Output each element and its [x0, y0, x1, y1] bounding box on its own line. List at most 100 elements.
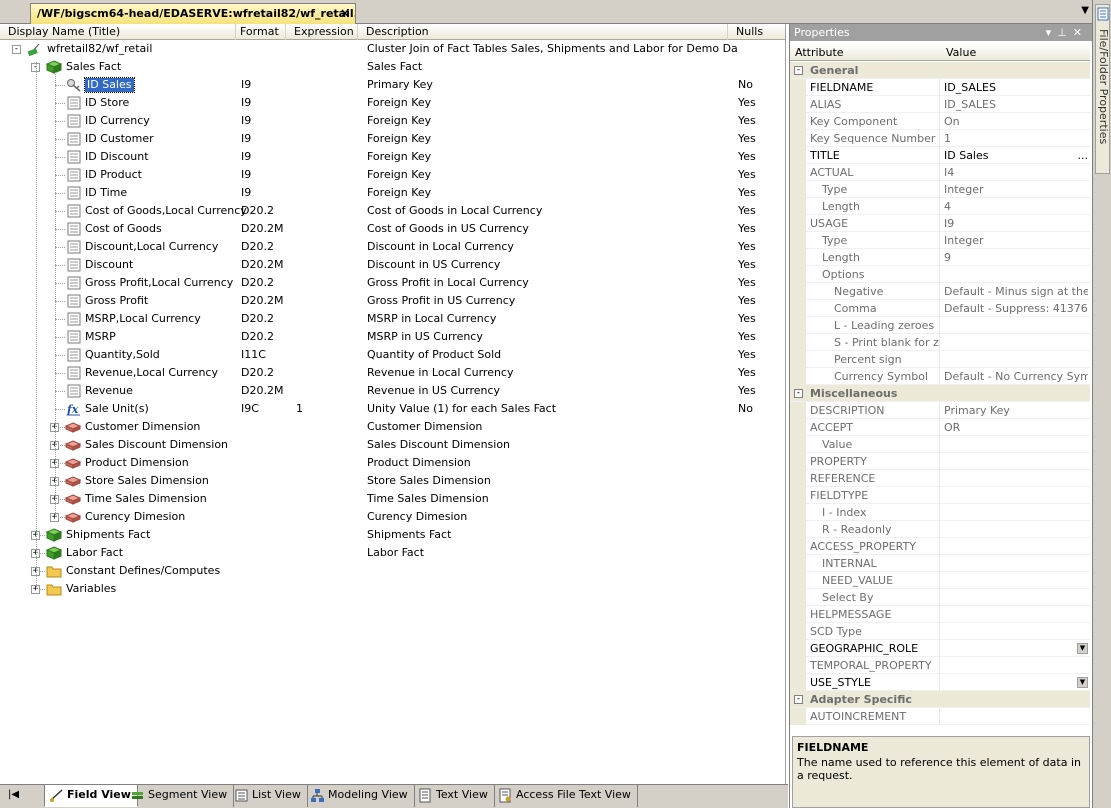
tree-segment-row[interactable]: + Constant Defines/Computes	[0, 562, 785, 580]
dimension-row[interactable]: + Curency Dimesion Curency Dimesion	[0, 508, 785, 526]
property-value[interactable]	[944, 708, 1088, 725]
field-row[interactable]: ID Discount I9 Yes Foreign Key	[0, 148, 785, 166]
property-category[interactable]: - Adapter Specific	[790, 691, 1090, 708]
field-row[interactable]: Revenue,Local Currency D20.2 Yes Revenue in…	[0, 364, 785, 382]
property-value[interactable]	[944, 657, 1088, 674]
property-category[interactable]: - Miscellaneous	[790, 385, 1090, 402]
field-row[interactable]: Revenue D20.2M Yes Revenue in US Currency	[0, 382, 785, 400]
tab-access-file-text-view[interactable]: Access File Text View	[494, 785, 638, 807]
property-row[interactable]: Currency Symbol Default - No Currency Sym…	[790, 368, 1090, 385]
tree-root-row[interactable]: - wfretail82/wf_retail Cluster Join of Fac…	[0, 40, 785, 58]
tree-segment-row[interactable]: + Shipments Fact Shipments Fact	[0, 526, 785, 544]
value-column-header[interactable]: Value	[946, 44, 976, 61]
property-row[interactable]: TITLE ID Sales...	[790, 147, 1090, 164]
tab-scroll-first-icon[interactable]: |◀	[8, 789, 19, 800]
property-value[interactable]	[944, 674, 1088, 691]
property-row[interactable]: Length 4	[790, 198, 1090, 215]
field-row[interactable]: MSRP,Local Currency D20.2 Yes MSRP in Local…	[0, 310, 785, 328]
property-value[interactable]	[944, 487, 1088, 504]
property-row[interactable]: FIELDTYPE	[790, 487, 1090, 504]
tab-segment-view[interactable]: Segment View	[126, 785, 235, 807]
property-value[interactable]: Integer	[944, 232, 1088, 249]
property-value[interactable]	[944, 538, 1088, 555]
collapse-icon[interactable]: -	[12, 45, 21, 54]
column-header-expression[interactable]: Expression	[286, 24, 358, 40]
property-row[interactable]: Value	[790, 436, 1090, 453]
property-row[interactable]: I - Index	[790, 504, 1090, 521]
property-value[interactable]: 4	[944, 198, 1088, 215]
tab-text-view[interactable]: Text View	[414, 785, 495, 807]
panel-menu-icon[interactable]: ▾	[1046, 26, 1058, 39]
property-value[interactable]	[944, 317, 1088, 334]
field-row[interactable]: Cost of Goods D20.2M Yes Cost of Goods in U…	[0, 220, 785, 238]
dimension-row[interactable]: + Sales Discount Dimension Sales Discount …	[0, 436, 785, 454]
attribute-column-header[interactable]: Attribute	[795, 44, 844, 61]
property-row[interactable]: ACCESS_PROPERTY	[790, 538, 1090, 555]
property-row[interactable]: INTERNAL	[790, 555, 1090, 572]
collapse-icon[interactable]: -	[794, 389, 803, 398]
property-row[interactable]: HELPMESSAGE	[790, 606, 1090, 623]
property-row[interactable]: SCD Type	[790, 623, 1090, 640]
column-header-display-name[interactable]: Display Name (Title)	[0, 24, 236, 40]
column-header-description[interactable]: Description	[358, 24, 728, 40]
property-row[interactable]: Percent sign	[790, 351, 1090, 368]
tree-segment-row[interactable]: + Labor Fact Labor Fact	[0, 544, 785, 562]
dropdown-arrow-icon[interactable]: ▼	[1081, 5, 1089, 16]
tree-segment-row[interactable]: - Sales Fact Sales Fact	[0, 58, 785, 76]
property-value[interactable]	[944, 521, 1088, 538]
property-row[interactable]: Options	[790, 266, 1090, 283]
property-row[interactable]: L - Leading zeroes	[790, 317, 1090, 334]
field-row[interactable]: MSRP D20.2 Yes MSRP in US Currency	[0, 328, 785, 346]
property-row[interactable]: Comma Default - Suppress: 41376	[790, 300, 1090, 317]
property-value[interactable]	[944, 351, 1088, 368]
tab-modeling-view[interactable]: Modeling View	[306, 785, 415, 807]
tab-field-view[interactable]: Field View	[44, 785, 138, 807]
property-value[interactable]	[944, 640, 1088, 657]
pin-icon[interactable]: ⊥	[1057, 26, 1073, 39]
property-value[interactable]	[944, 436, 1088, 453]
property-value[interactable]	[944, 334, 1088, 351]
dropdown-arrow-icon[interactable]: ▼	[1077, 643, 1088, 654]
close-icon[interactable]: ×	[340, 4, 350, 23]
property-row[interactable]: Type Integer	[790, 181, 1090, 198]
property-value[interactable]: Default - No Currency Symbol	[944, 368, 1088, 385]
property-row[interactable]: ACCEPT OR	[790, 419, 1090, 436]
property-row[interactable]: AUTOINCREMENT	[790, 708, 1090, 725]
property-row[interactable]: NEED_VALUE	[790, 572, 1090, 589]
property-value[interactable]: I9	[944, 215, 1088, 232]
dimension-row[interactable]: + Customer Dimension Customer Dimension	[0, 418, 785, 436]
property-value[interactable]: Integer	[944, 181, 1088, 198]
property-row[interactable]: USE_STYLE ▼	[790, 674, 1090, 691]
collapse-icon[interactable]: -	[794, 695, 803, 704]
property-row[interactable]: FIELDNAME ID_SALES	[790, 79, 1090, 96]
property-value[interactable]	[944, 266, 1088, 283]
close-icon[interactable]: ✕	[1073, 26, 1088, 39]
property-value[interactable]: ID Sales	[944, 147, 1088, 164]
dropdown-arrow-icon[interactable]: ▼	[1077, 677, 1088, 688]
property-value[interactable]: ID_SALES	[944, 79, 1088, 96]
field-row[interactable]: ID Sales I9 No Primary Key	[0, 76, 785, 94]
property-category[interactable]: - General	[790, 62, 1090, 79]
property-row[interactable]: DESCRIPTION Primary Key	[790, 402, 1090, 419]
property-row[interactable]: R - Readonly	[790, 521, 1090, 538]
property-row[interactable]: Length 9	[790, 249, 1090, 266]
property-value[interactable]: OR	[944, 419, 1088, 436]
property-row[interactable]: REFERENCE	[790, 470, 1090, 487]
property-value[interactable]	[944, 623, 1088, 640]
property-value[interactable]: On	[944, 113, 1088, 130]
field-row[interactable]: ID Store I9 Yes Foreign Key	[0, 94, 785, 112]
property-value[interactable]	[944, 555, 1088, 572]
field-row[interactable]: ID Product I9 Yes Foreign Key	[0, 166, 785, 184]
property-row[interactable]: Key Component On	[790, 113, 1090, 130]
property-value[interactable]	[944, 589, 1088, 606]
property-value[interactable]: 1	[944, 130, 1088, 147]
property-value[interactable]: Default - Minus sign at the l...	[944, 283, 1088, 300]
file-folder-properties-tab[interactable]: File/Folder Properties	[1095, 4, 1110, 174]
property-value[interactable]	[944, 453, 1088, 470]
field-row[interactable]: Cost of Goods,Local Currency D20.2 Yes Cost…	[0, 202, 785, 220]
property-row[interactable]: S - Print blank for z...	[790, 334, 1090, 351]
property-value[interactable]	[944, 504, 1088, 521]
field-row[interactable]: Discount D20.2M Yes Discount in US Currency	[0, 256, 785, 274]
property-value[interactable]	[944, 470, 1088, 487]
collapse-icon[interactable]: -	[794, 66, 803, 75]
